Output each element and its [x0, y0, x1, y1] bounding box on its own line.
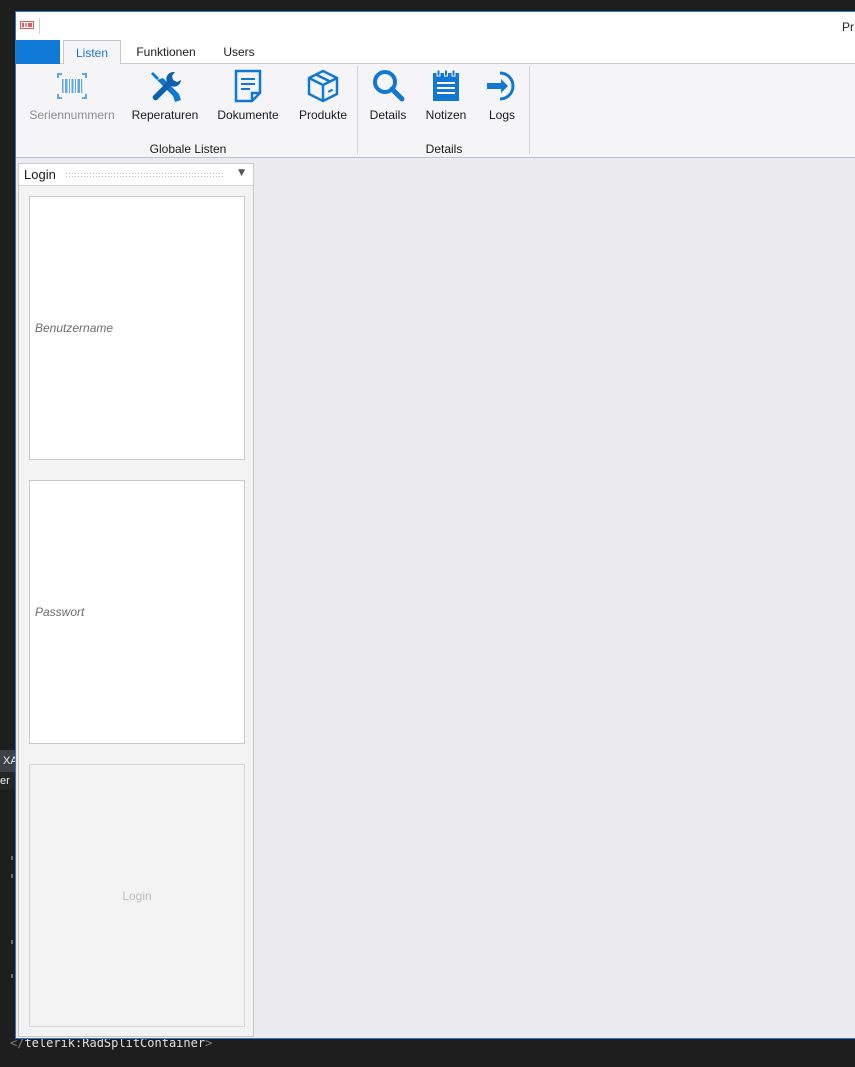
- seriennummern-button[interactable]: Seriennummern: [24, 68, 120, 122]
- title-bar: Pr: [16, 12, 855, 40]
- content-area: [256, 159, 855, 1038]
- login-panel: Login ▼ Benutzername Passwort Login: [18, 163, 254, 1037]
- box-icon: [307, 69, 339, 103]
- title-separator: [39, 18, 40, 34]
- login-panel-header[interactable]: Login ▼: [19, 164, 253, 186]
- tools-icon: [151, 72, 181, 102]
- login-arrow-icon: [487, 71, 515, 101]
- panel-drag-grip[interactable]: [65, 172, 223, 178]
- ide-tab2-label: er: [0, 775, 10, 787]
- ribbon-tab-bar: Listen Funktionen Users: [16, 40, 855, 65]
- app-window: Pr Listen Funktionen Users Seriennummern: [15, 11, 855, 1039]
- login-button-label: Login: [122, 888, 152, 903]
- dokumente-label: Dokumente: [217, 108, 279, 122]
- ide-code-strip: [0, 790, 15, 1030]
- group-separator-2: [529, 66, 530, 154]
- password-field[interactable]: Passwort: [29, 480, 245, 744]
- details-label: Details: [369, 108, 407, 122]
- login-panel-title: Login: [24, 167, 56, 182]
- dokumente-button[interactable]: Dokumente: [214, 68, 282, 122]
- password-placeholder: Passwort: [35, 605, 85, 619]
- login-button[interactable]: Login: [29, 764, 245, 1027]
- seriennummern-label: Seriennummern: [29, 108, 115, 122]
- produkte-button[interactable]: Produkte: [295, 68, 351, 122]
- tab-listen[interactable]: Listen: [63, 40, 121, 65]
- search-icon: [373, 70, 405, 102]
- produkte-label: Produkte: [298, 108, 348, 122]
- tab-users[interactable]: Users: [212, 40, 266, 64]
- document-icon: [234, 69, 262, 103]
- ide-tab-label: XA: [3, 755, 15, 767]
- ide-tab-fragment[interactable]: XA: [0, 750, 15, 772]
- reperaturen-label: Reperaturen: [131, 108, 199, 122]
- ide-tab-fragment-2: er: [0, 772, 15, 790]
- chevron-down-icon[interactable]: ▼: [238, 168, 245, 178]
- notizen-label: Notizen: [425, 108, 467, 122]
- username-placeholder: Benutzername: [35, 321, 114, 335]
- logs-label: Logs: [488, 108, 516, 122]
- group-label-globale-listen: Globale Listen: [149, 142, 227, 156]
- details-button[interactable]: Details: [364, 68, 412, 122]
- reperaturen-button[interactable]: Reperaturen: [130, 68, 200, 122]
- username-field[interactable]: Benutzername: [29, 196, 245, 460]
- tab-funktionen[interactable]: Funktionen: [126, 40, 206, 64]
- app-logo-icon: [20, 21, 34, 29]
- application-menu-button[interactable]: [16, 40, 60, 64]
- group-label-details: Details: [425, 142, 463, 156]
- group-separator: [357, 66, 358, 154]
- notepad-icon: [433, 69, 459, 101]
- ribbon-panel: Seriennummern Reperaturen Dokumente Prod…: [16, 64, 855, 158]
- window-title: Pr: [842, 20, 854, 34]
- barcode-icon: [57, 73, 87, 99]
- logs-button[interactable]: Logs: [482, 68, 522, 122]
- notizen-button[interactable]: Notizen: [420, 68, 472, 122]
